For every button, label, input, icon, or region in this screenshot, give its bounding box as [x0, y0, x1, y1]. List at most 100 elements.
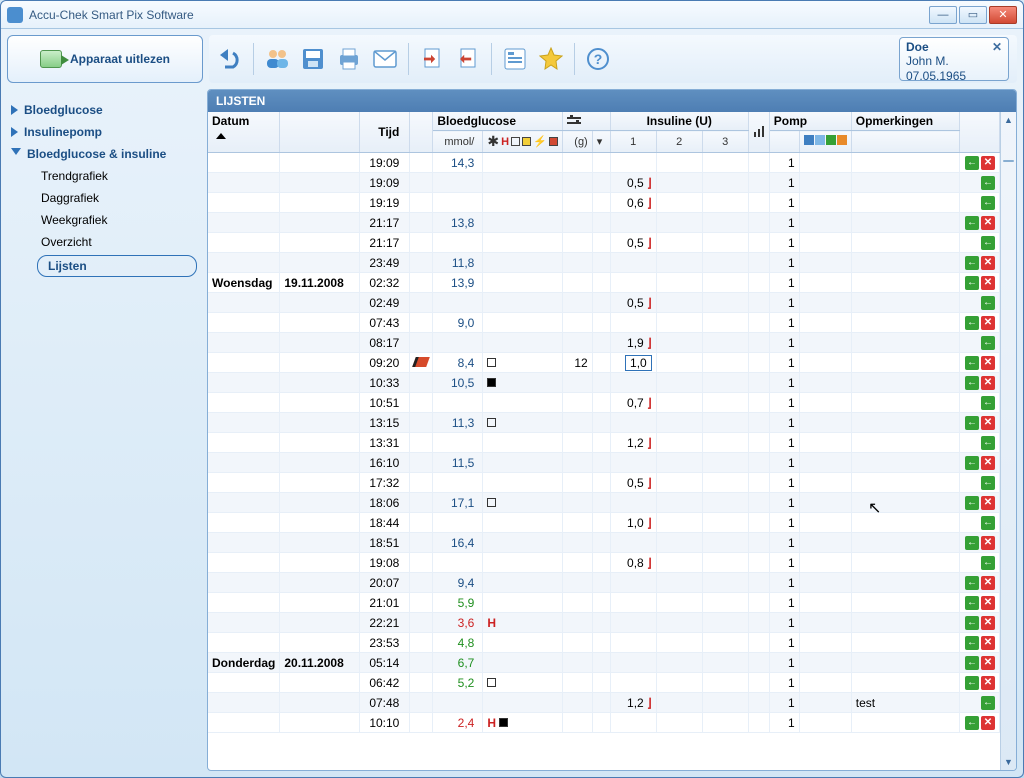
close-patient-icon[interactable]: ✕: [992, 40, 1002, 54]
col-datum[interactable]: Datum: [212, 114, 249, 128]
nav-daggrafiek[interactable]: Daggrafiek: [7, 187, 203, 209]
nav-insulinepomp[interactable]: Insulinepomp: [7, 121, 203, 143]
read-device-button[interactable]: Apparaat uitlezen: [7, 35, 203, 83]
row-confirm-button[interactable]: ←: [965, 376, 979, 390]
table-row[interactable]: 23:534,81←✕: [208, 633, 1000, 653]
row-confirm-button[interactable]: ←: [981, 556, 995, 570]
table-row[interactable]: 18:5116,41←✕: [208, 533, 1000, 553]
nav-bloedglucose[interactable]: Bloedglucose: [7, 99, 203, 121]
row-confirm-button[interactable]: ←: [965, 316, 979, 330]
col-bloedglucose[interactable]: Bloedglucose: [433, 112, 562, 131]
nav-overzicht[interactable]: Overzicht: [7, 231, 203, 253]
row-confirm-button[interactable]: ←: [965, 596, 979, 610]
table-row[interactable]: 21:015,91←✕: [208, 593, 1000, 613]
table-row[interactable]: Woensdag19.11.200802:3213,91←✕: [208, 273, 1000, 293]
col-opmerkingen[interactable]: Opmerkingen: [851, 112, 959, 131]
row-confirm-button[interactable]: ←: [981, 476, 995, 490]
row-confirm-button[interactable]: ←: [965, 676, 979, 690]
carbs-dropdown[interactable]: ▾: [592, 131, 610, 153]
import-button[interactable]: [419, 46, 445, 72]
row-delete-button[interactable]: ✕: [981, 156, 995, 170]
row-delete-button[interactable]: ✕: [981, 456, 995, 470]
table-row[interactable]: 16:1011,51←✕: [208, 453, 1000, 473]
window-maximize-button[interactable]: ▭: [959, 6, 987, 24]
table-row[interactable]: 13:1511,31←✕: [208, 413, 1000, 433]
row-confirm-button[interactable]: ←: [981, 296, 995, 310]
help-button[interactable]: ?: [585, 46, 611, 72]
row-delete-button[interactable]: ✕: [981, 616, 995, 630]
row-delete-button[interactable]: ✕: [981, 216, 995, 230]
row-confirm-button[interactable]: ←: [981, 196, 995, 210]
row-delete-button[interactable]: ✕: [981, 596, 995, 610]
table-row[interactable]: 07:481,2 ⌋1test←: [208, 693, 1000, 713]
row-delete-button[interactable]: ✕: [981, 416, 995, 430]
window-minimize-button[interactable]: —: [929, 6, 957, 24]
email-button[interactable]: [372, 46, 398, 72]
row-delete-button[interactable]: ✕: [981, 656, 995, 670]
table-row[interactable]: 18:441,0 ⌋1←: [208, 513, 1000, 533]
table-row[interactable]: 10:3310,51←✕: [208, 373, 1000, 393]
scroll-thumb[interactable]: [1003, 160, 1014, 162]
row-confirm-button[interactable]: ←: [965, 536, 979, 550]
row-confirm-button[interactable]: ←: [981, 516, 995, 530]
col-ins2[interactable]: 2: [656, 131, 702, 153]
table-row[interactable]: 17:320,5 ⌋1←: [208, 473, 1000, 493]
row-confirm-button[interactable]: ←: [965, 256, 979, 270]
table-row[interactable]: 09:208,4121,01←✕: [208, 353, 1000, 373]
table-row[interactable]: 20:079,41←✕: [208, 573, 1000, 593]
row-delete-button[interactable]: ✕: [981, 376, 995, 390]
print-button[interactable]: [336, 46, 362, 72]
row-confirm-button[interactable]: ←: [965, 616, 979, 630]
row-confirm-button[interactable]: ←: [965, 576, 979, 590]
col-tijd[interactable]: Tijd: [360, 112, 410, 153]
row-confirm-button[interactable]: ←: [965, 496, 979, 510]
row-confirm-button[interactable]: ←: [965, 636, 979, 650]
row-delete-button[interactable]: ✕: [981, 636, 995, 650]
table-row[interactable]: 21:170,5 ⌋1←: [208, 233, 1000, 253]
scroll-down-button[interactable]: ▼: [1001, 754, 1016, 770]
table-row[interactable]: 19:090,5 ⌋1←: [208, 173, 1000, 193]
col-insuline[interactable]: Insuline (U): [610, 112, 748, 131]
table-row[interactable]: 10:102,4H 1←✕: [208, 713, 1000, 733]
scroll-up-button[interactable]: ▲: [1001, 112, 1016, 128]
row-confirm-button[interactable]: ←: [981, 396, 995, 410]
patient-card[interactable]: ✕ Doe John M. 07.05.1965: [899, 37, 1009, 81]
row-delete-button[interactable]: ✕: [981, 276, 995, 290]
table-row[interactable]: Donderdag20.11.200805:146,71←✕: [208, 653, 1000, 673]
row-delete-button[interactable]: ✕: [981, 496, 995, 510]
table-row[interactable]: 21:1713,81←✕: [208, 213, 1000, 233]
records-table[interactable]: Datum Tijd Bloedglucose Insul: [208, 112, 1000, 770]
row-confirm-button[interactable]: ←: [965, 216, 979, 230]
settings-button[interactable]: [502, 46, 528, 72]
table-row[interactable]: 06:425,21←✕: [208, 673, 1000, 693]
row-confirm-button[interactable]: ←: [981, 336, 995, 350]
row-delete-button[interactable]: ✕: [981, 356, 995, 370]
table-row[interactable]: 02:490,5 ⌋1←: [208, 293, 1000, 313]
row-delete-button[interactable]: ✕: [981, 316, 995, 330]
table-row[interactable]: 18:0617,11←✕: [208, 493, 1000, 513]
patients-button[interactable]: [264, 46, 290, 72]
table-row[interactable]: 19:080,8 ⌋1←: [208, 553, 1000, 573]
row-confirm-button[interactable]: ←: [965, 716, 979, 730]
export-button[interactable]: [455, 46, 481, 72]
nav-lijsten[interactable]: Lijsten: [37, 255, 197, 277]
nav-weekgrafiek[interactable]: Weekgrafiek: [7, 209, 203, 231]
window-close-button[interactable]: ✕: [989, 6, 1017, 24]
table-row[interactable]: 19:0914,31←✕: [208, 153, 1000, 173]
row-delete-button[interactable]: ✕: [981, 676, 995, 690]
row-confirm-button[interactable]: ←: [965, 276, 979, 290]
table-row[interactable]: 22:213,6H1←✕: [208, 613, 1000, 633]
row-confirm-button[interactable]: ←: [965, 356, 979, 370]
vertical-scrollbar[interactable]: ▲ ▼: [1000, 112, 1016, 770]
row-confirm-button[interactable]: ←: [981, 236, 995, 250]
col-pomp[interactable]: Pomp: [769, 112, 851, 131]
table-row[interactable]: 07:439,01←✕: [208, 313, 1000, 333]
row-confirm-button[interactable]: ←: [981, 436, 995, 450]
table-row[interactable]: 23:4911,81←✕: [208, 253, 1000, 273]
row-confirm-button[interactable]: ←: [981, 176, 995, 190]
insulin-edit-field[interactable]: 1,0: [625, 355, 652, 371]
nav-bg-insuline[interactable]: Bloedglucose & insuline: [7, 143, 203, 165]
col-ins1[interactable]: 1: [610, 131, 656, 153]
table-row[interactable]: 08:171,9 ⌋1←: [208, 333, 1000, 353]
table-row[interactable]: 13:311,2 ⌋1←: [208, 433, 1000, 453]
